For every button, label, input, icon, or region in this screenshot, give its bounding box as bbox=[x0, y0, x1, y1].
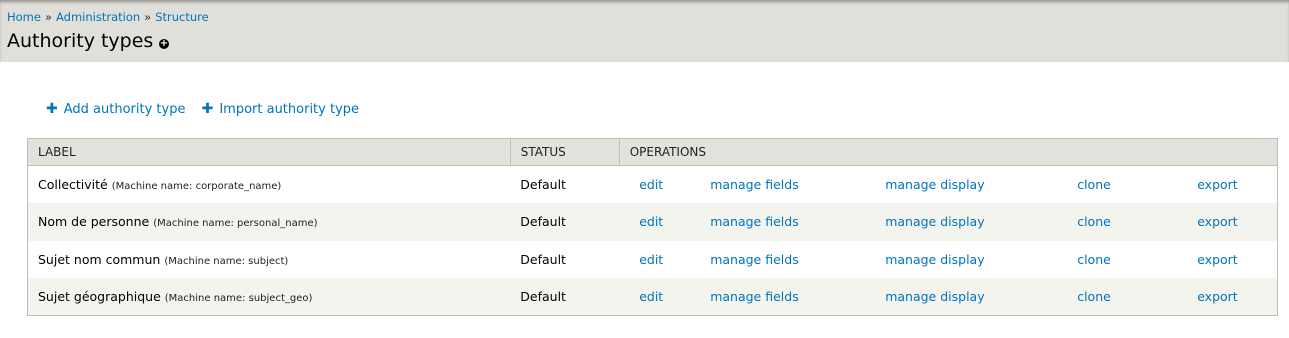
row-label-cell: Collectivité (Machine name: corporate_na… bbox=[28, 166, 511, 204]
manage-fields-link[interactable]: manage fields bbox=[710, 214, 799, 229]
row-label-cell: Sujet nom commun (Machine name: subject) bbox=[28, 241, 511, 279]
type-label: Nom de personne bbox=[38, 214, 150, 230]
status-cell: Default bbox=[520, 251, 566, 267]
breadcrumb: Home» Administration» Structure bbox=[7, 10, 209, 24]
export-link[interactable]: export bbox=[1197, 214, 1238, 229]
table-row: Collectivité (Machine name: corporate_na… bbox=[27, 165, 1278, 204]
row-label-cell: Sujet géographique (Machine name: subjec… bbox=[28, 278, 511, 316]
operations-cell: edit manage fields manage display clone … bbox=[619, 166, 1277, 204]
plus-icon: ✚ bbox=[46, 101, 58, 117]
authority-types-table: LABEL STATUS OPERATIONS Collectivité (Ma… bbox=[27, 138, 1278, 316]
row-label-cell: Nom de personne (Machine name: personal_… bbox=[28, 203, 511, 241]
operations-cell: edit manage fields manage display clone … bbox=[619, 278, 1277, 316]
breadcrumb-separator: » bbox=[144, 10, 152, 24]
page-header: Home» Administration» Structure Authority … bbox=[0, 0, 1289, 62]
clone-link[interactable]: clone bbox=[1077, 214, 1111, 229]
table-header-row: LABEL STATUS OPERATIONS bbox=[27, 138, 1278, 166]
import-authority-type-link[interactable]: ✚ Import authority type bbox=[202, 101, 359, 117]
manage-display-link[interactable]: manage display bbox=[885, 177, 984, 192]
edit-link[interactable]: edit bbox=[639, 289, 663, 304]
edit-link[interactable]: edit bbox=[639, 214, 663, 229]
breadcrumb-structure-link[interactable]: Structure bbox=[155, 10, 209, 24]
column-header-status[interactable]: STATUS bbox=[509, 138, 620, 166]
edit-link[interactable]: edit bbox=[639, 252, 663, 267]
edit-link[interactable]: edit bbox=[639, 177, 663, 192]
machine-name: (Machine name: subject_geo) bbox=[164, 293, 313, 304]
clone-link[interactable]: clone bbox=[1077, 252, 1111, 267]
manage-fields-link[interactable]: manage fields bbox=[710, 289, 799, 304]
machine-name: (Machine name: subject) bbox=[164, 255, 289, 267]
clone-link[interactable]: clone bbox=[1077, 177, 1111, 192]
table-row: Sujet nom commun (Machine name: subject)… bbox=[27, 240, 1278, 279]
export-link[interactable]: export bbox=[1197, 252, 1238, 267]
clone-link[interactable]: clone bbox=[1077, 289, 1111, 304]
type-label: Sujet nom commun bbox=[38, 251, 161, 267]
export-link[interactable]: export bbox=[1197, 289, 1238, 304]
manage-display-link[interactable]: manage display bbox=[885, 252, 984, 267]
operations-cell: edit manage fields manage display clone … bbox=[619, 241, 1277, 279]
manage-display-link[interactable]: manage display bbox=[885, 214, 984, 229]
machine-name: (Machine name: personal_name) bbox=[153, 218, 318, 230]
status-cell: Default bbox=[520, 177, 566, 192]
action-links: ✚ Add authority type ✚ Import authority ty… bbox=[46, 101, 371, 117]
breadcrumb-administration-link[interactable]: Administration bbox=[56, 10, 140, 24]
machine-name: (Machine name: corporate_name) bbox=[111, 181, 282, 192]
manage-fields-link[interactable]: manage fields bbox=[710, 177, 799, 192]
breadcrumb-home-link[interactable]: Home bbox=[7, 10, 41, 24]
table-row: Sujet géographique (Machine name: subjec… bbox=[27, 278, 1278, 316]
add-authority-type-label: Add authority type bbox=[63, 102, 186, 117]
import-authority-type-label: Import authority type bbox=[219, 102, 360, 117]
status-cell: Default bbox=[520, 214, 566, 230]
column-header-label[interactable]: LABEL bbox=[27, 138, 511, 166]
column-header-operations: OPERATIONS bbox=[618, 138, 1278, 166]
export-link[interactable]: export bbox=[1197, 177, 1238, 192]
manage-fields-link[interactable]: manage fields bbox=[710, 252, 799, 267]
add-authority-type-link[interactable]: ✚ Add authority type bbox=[46, 101, 185, 117]
plus-icon: ✚ bbox=[201, 101, 214, 117]
breadcrumb-separator: » bbox=[44, 10, 53, 24]
manage-display-link[interactable]: manage display bbox=[885, 289, 984, 304]
table-row: Nom de personne (Machine name: personal_… bbox=[27, 203, 1278, 241]
add-shortcut-icon[interactable]: + bbox=[159, 39, 169, 49]
type-label: Sujet géographique bbox=[38, 289, 161, 304]
type-label: Collectivité bbox=[38, 177, 108, 192]
page-title: Authority types bbox=[7, 30, 154, 52]
status-cell: Default bbox=[520, 289, 566, 304]
operations-cell: edit manage fields manage display clone … bbox=[619, 203, 1277, 241]
